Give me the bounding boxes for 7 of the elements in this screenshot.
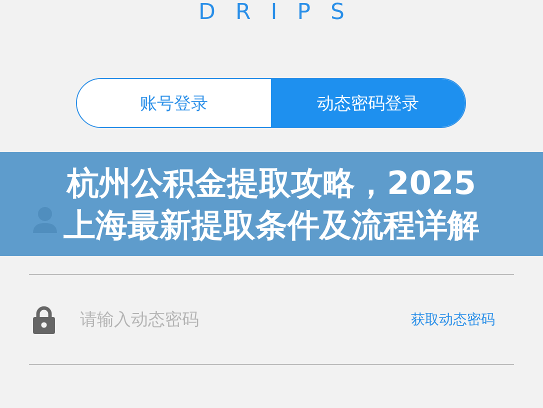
get-code-link[interactable]: 获取动态密码 <box>411 310 495 328</box>
login-tab[interactable]: 账号登录 <box>77 79 271 127</box>
banner-title: 杭州公积金提取攻略，2025 上海最新提取条件及流程详解 <box>64 163 480 246</box>
lock-icon <box>32 304 56 334</box>
password-field[interactable]: 请输入动态密码 <box>78 308 411 330</box>
logo-text: DRIPS <box>198 1 366 25</box>
login-tab[interactable]: 动态密码登录 <box>271 79 465 127</box>
